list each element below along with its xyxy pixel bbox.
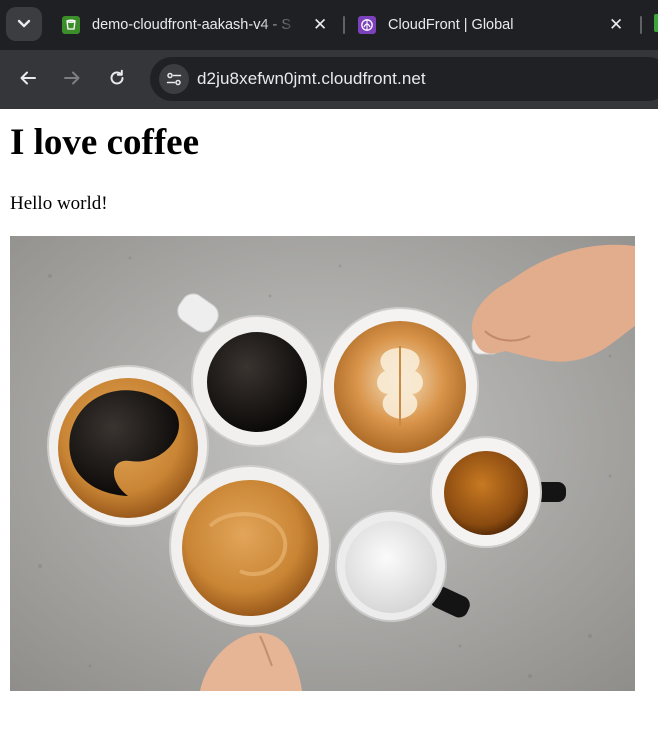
forward-button[interactable] (58, 64, 86, 92)
url-text[interactable]: d2ju8xefwn0jmt.cloudfront.net (197, 69, 426, 89)
cloudfront-icon (358, 16, 376, 34)
tab-title: demo-cloudfront-aakash-v4 - S (92, 17, 292, 33)
browser-toolbar: d2ju8xefwn0jmt.cloudfront.net (0, 50, 658, 109)
page-paragraph: Hello world! (10, 193, 108, 214)
s3-bucket-icon (62, 16, 80, 34)
close-tab-icon[interactable]: ✕ (313, 16, 327, 33)
close-tab-icon[interactable]: ✕ (609, 16, 623, 33)
tab-separator (343, 16, 345, 34)
tune-icon (166, 72, 182, 86)
coffee-cups-photo (10, 236, 635, 691)
tab-partial[interactable] (654, 14, 658, 32)
tab-title: CloudFront | Global (388, 17, 514, 33)
reload-button[interactable] (103, 64, 131, 92)
page-heading: I love coffee (10, 122, 200, 163)
reload-icon (110, 69, 124, 85)
tab-strip: demo-cloudfront-aakash-v4 - S ✕ CloudFro… (0, 0, 658, 50)
site-info-button[interactable] (159, 64, 189, 94)
back-arrow-icon (20, 71, 36, 85)
chevron-down-icon (17, 19, 31, 28)
tab-separator (640, 16, 642, 34)
tab-cloudfront[interactable]: CloudFront | Global ✕ (358, 8, 630, 42)
tab-search-button[interactable] (6, 7, 42, 41)
tab-s3-bucket[interactable]: demo-cloudfront-aakash-v4 - S ✕ (62, 8, 334, 42)
back-button[interactable] (14, 64, 42, 92)
page-content: I love coffee Hello world! (0, 109, 658, 730)
forward-arrow-icon (64, 71, 80, 85)
address-bar[interactable]: d2ju8xefwn0jmt.cloudfront.net (150, 57, 658, 101)
